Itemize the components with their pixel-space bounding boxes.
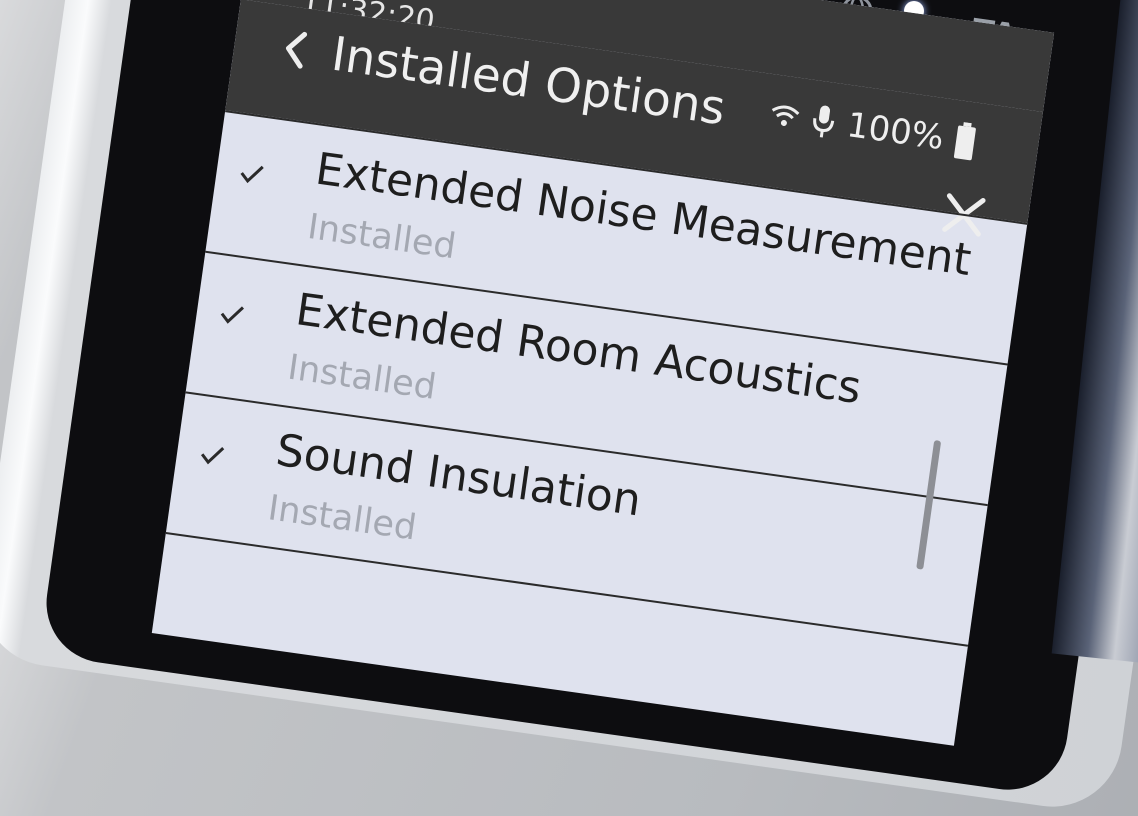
check-icon	[220, 306, 245, 324]
check-icon	[200, 447, 225, 465]
option-status: Installed	[285, 347, 439, 408]
screen: 11:32:20 Installed Options 100%	[151, 0, 1055, 746]
wifi-icon	[771, 105, 800, 127]
status-icons: 100%	[767, 94, 978, 162]
check-icon	[240, 165, 264, 184]
option-status: Installed	[305, 206, 459, 268]
battery-icon	[954, 122, 977, 161]
option-status: Installed	[265, 488, 419, 549]
battery-level: 100%	[844, 105, 947, 159]
device: TA 11:32:20 Installed Options	[0, 0, 1138, 816]
chevron-left-icon[interactable]	[272, 25, 322, 75]
microphone-icon	[813, 105, 835, 138]
